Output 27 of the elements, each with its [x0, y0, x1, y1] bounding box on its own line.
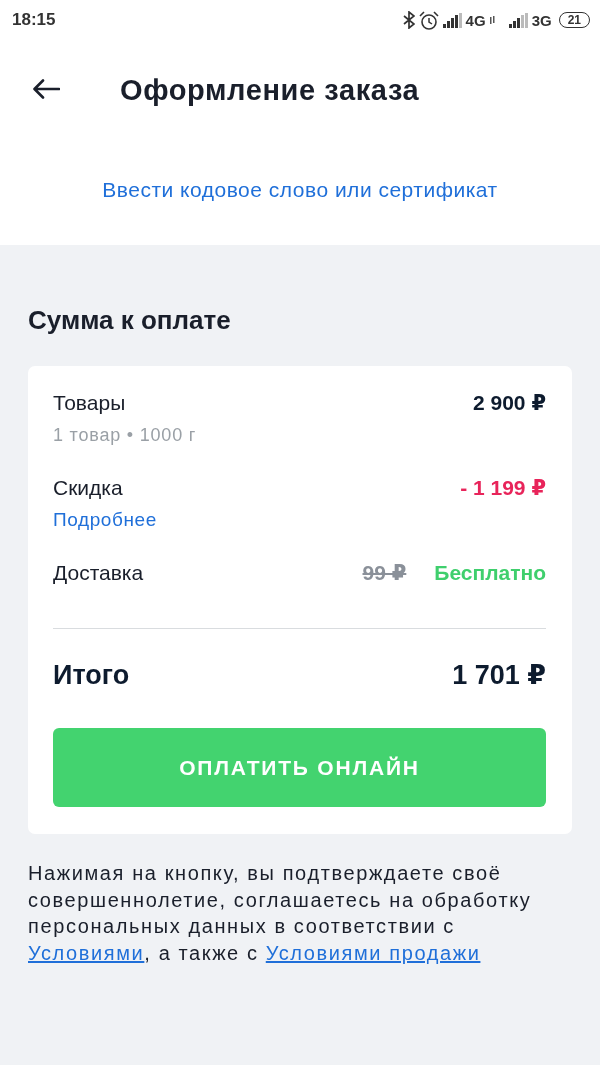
discount-amount: - 1 199 ₽ — [460, 475, 546, 501]
bluetooth-icon — [402, 11, 415, 29]
total-label: Итого — [53, 659, 130, 692]
section-title: Сумма к оплате — [28, 304, 232, 337]
total-amount: 1 701 ₽ — [452, 659, 546, 692]
disclaimer-text: Нажимая на кнопку, вы подтверждаете своё совершеннолетие, соглашаетесь на обработку персональных данных в соответствии с Условиями, а также с Условиями продажи — [28, 861, 533, 966]
row-label: Доставка — [53, 560, 144, 586]
terms-link[interactable]: Условиями — [28, 941, 145, 964]
back-arrow-icon — [33, 79, 60, 99]
alarm-clock-icon — [418, 10, 439, 30]
page-title: Оформление заказа — [120, 73, 420, 107]
status-time: 18:15 — [12, 10, 56, 30]
network-type: 3G — [531, 11, 552, 29]
data-activity-icon — [489, 16, 495, 24]
row-label: Товары — [53, 390, 126, 416]
signal-icon — [508, 12, 528, 28]
old-delivery-price: 99 ₽ — [362, 560, 407, 586]
items-details: 1 товар • 1000 г — [53, 424, 197, 447]
promo-code-link[interactable]: Ввести кодовое слово или сертификат — [102, 176, 498, 204]
details-link[interactable]: Подробнее — [53, 505, 157, 535]
sale-terms-link[interactable]: Условиями продажи — [265, 941, 481, 964]
back-button[interactable] — [33, 79, 60, 99]
row-label: Скидка — [53, 475, 123, 501]
signal-icon — [442, 12, 462, 28]
network-type: 4G — [465, 11, 486, 29]
items-price: 2 900 ₽ — [473, 390, 546, 416]
delivery-price: Бесплатно — [434, 560, 546, 586]
